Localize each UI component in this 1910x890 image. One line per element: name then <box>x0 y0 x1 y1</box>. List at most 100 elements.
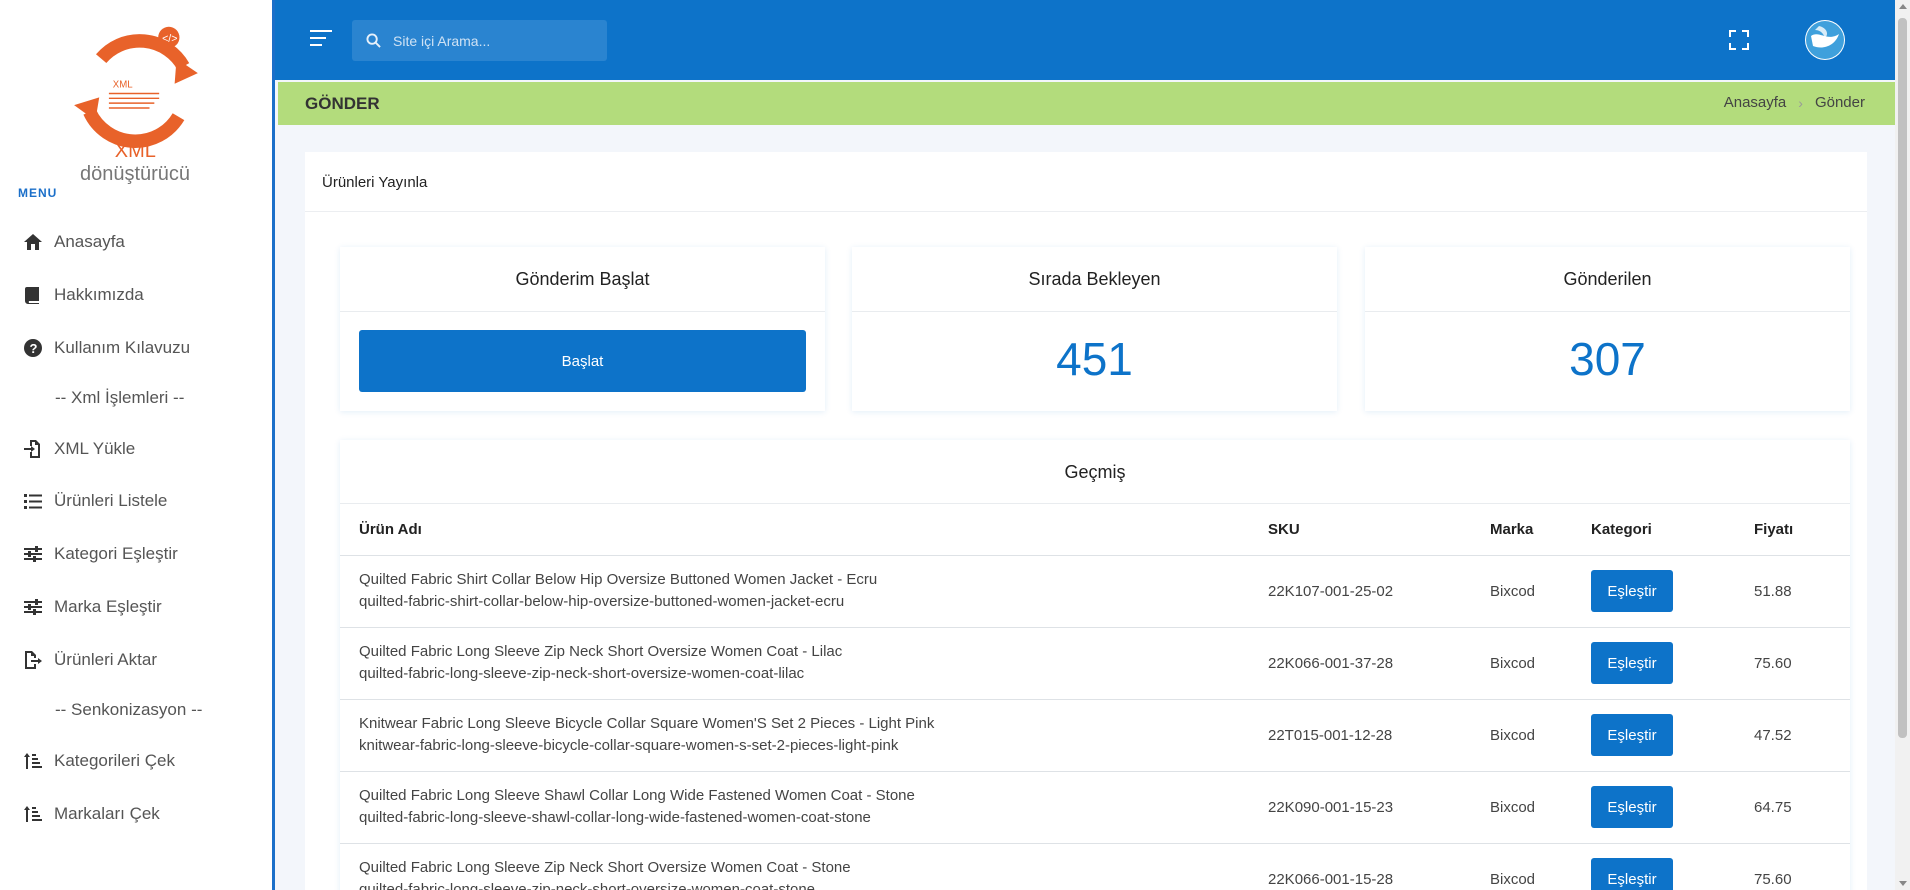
brand-cell: Bixcod <box>1490 771 1591 844</box>
table-row: Quilted Fabric Shirt Collar Below Hip Ov… <box>340 555 1850 628</box>
column-header-category: Kategori <box>1591 504 1754 556</box>
sidebar-item-label: Kategorileri Çek <box>54 751 175 770</box>
sidebar-item-markalari-cek[interactable]: Markaları Çek <box>22 799 160 829</box>
sent-count: 307 <box>1569 333 1646 385</box>
file-export-icon <box>22 649 44 671</box>
sidebar-item-kullanim-kilavuzu[interactable]: ? Kullanım Kılavuzu <box>22 333 190 363</box>
price-cell: 75.60 <box>1754 627 1850 700</box>
sku-cell: 22K066-001-37-28 <box>1268 627 1490 700</box>
start-panel: Gönderim Başlat Başlat <box>340 247 825 411</box>
match-button[interactable]: Eşleştir <box>1591 786 1673 828</box>
product-slug: quilted-fabric-long-sleeve-zip-neck-shor… <box>359 665 805 682</box>
table-row: Knitwear Fabric Long Sleeve Bicycle Coll… <box>340 699 1850 772</box>
svg-text:XML: XML <box>113 80 133 91</box>
menu-separator-xml: -- Xml İşlemleri -- <box>55 388 185 407</box>
sidebar-item-label: Marka Eşleştir <box>54 597 162 616</box>
question-circle-icon: ? <box>22 337 44 359</box>
queued-panel-title: Sırada Bekleyen <box>852 247 1337 312</box>
sidebar-item-kategorileri-cek[interactable]: Kategorileri Çek <box>22 746 175 776</box>
history-table: Ürün Adı SKU Marka Kategori Fiyatı Quilt… <box>340 504 1850 890</box>
scroll-up-arrow-icon[interactable] <box>1899 4 1907 9</box>
logo-text-xml: XML <box>114 140 156 162</box>
card-title: Ürünleri Yayınla <box>305 152 1867 212</box>
column-header-price: Fiyatı <box>1754 504 1850 556</box>
history-panel: Geçmiş Ürün Adı SKU Marka Kategori Fiyat… <box>340 440 1850 890</box>
product-name-cell: Quilted Fabric Long Sleeve Shawl Collar … <box>340 771 1268 844</box>
menu-title: MENU <box>18 186 58 200</box>
sidebar-item-label: Ürünleri Aktar <box>54 650 157 669</box>
category-cell: Eşleştir <box>1591 843 1754 890</box>
column-header-product-name: Ürün Adı <box>340 504 1268 556</box>
home-icon <box>22 231 44 253</box>
file-import-icon <box>22 438 44 460</box>
column-header-sku: SKU <box>1268 504 1490 556</box>
table-row: Quilted Fabric Long Sleeve Zip Neck Shor… <box>340 627 1850 700</box>
sidebar-item-kategori-eslestir[interactable]: Kategori Eşleştir <box>22 539 178 569</box>
sidebar-item-xml-yukle[interactable]: XML Yükle <box>22 434 135 464</box>
avatar[interactable] <box>1805 20 1845 60</box>
product-name: Quilted Fabric Shirt Collar Below Hip Ov… <box>359 571 878 588</box>
brand-cell: Bixcod <box>1490 843 1591 890</box>
price-cell: 47.52 <box>1754 699 1850 772</box>
book-icon <box>22 284 44 306</box>
breadcrumb-separator-icon: › <box>1798 94 1803 111</box>
sidebar-item-label: Ürünleri Listele <box>54 491 168 510</box>
page-scrollbar[interactable] <box>1895 0 1910 890</box>
start-button[interactable]: Başlat <box>359 330 806 392</box>
product-name: Quilted Fabric Long Sleeve Zip Neck Shor… <box>359 643 843 660</box>
match-button[interactable]: Eşleştir <box>1591 642 1673 684</box>
scrollbar-thumb[interactable] <box>1898 18 1907 738</box>
product-slug: quilted-fabric-long-sleeve-shawl-collar-… <box>359 809 871 826</box>
sidebar-item-urunleri-aktar[interactable]: Ürünleri Aktar <box>22 645 157 675</box>
price-cell: 75.60 <box>1754 843 1850 890</box>
category-cell: Eşleştir <box>1591 699 1754 772</box>
sidebar-item-urunleri-listele[interactable]: Ürünleri Listele <box>22 486 167 516</box>
logo-text-rest: dönüştürücü <box>79 163 191 185</box>
match-button[interactable]: Eşleştir <box>1591 858 1673 890</box>
column-header-brand: Marka <box>1490 504 1591 556</box>
product-slug: quilted-fabric-long-sleeve-zip-neck-shor… <box>359 881 816 890</box>
sort-amount-icon <box>22 750 44 772</box>
match-button[interactable]: Eşleştir <box>1591 714 1673 756</box>
list-icon <box>22 490 44 512</box>
category-cell: Eşleştir <box>1591 627 1754 700</box>
sort-amount-icon <box>22 803 44 825</box>
page-title: GÖNDER <box>305 94 380 113</box>
sliders-icon <box>22 596 44 618</box>
queued-count: 451 <box>1056 333 1133 385</box>
topbar <box>275 0 1895 80</box>
breadcrumb: Anasayfa › Gönder <box>1724 94 1865 111</box>
scroll-down-arrow-icon[interactable] <box>1899 881 1907 886</box>
breadcrumb-current: Gönder <box>1814 94 1865 111</box>
search-input[interactable] <box>393 32 593 49</box>
sidebar: </> XML XML dönüştürücü MENU Anasayfa Ha… <box>0 0 275 890</box>
product-slug: quilted-fabric-shirt-collar-below-hip-ov… <box>359 593 845 610</box>
product-slug: knitwear-fabric-long-sleeve-bicycle-coll… <box>359 737 899 754</box>
product-name: Quilted Fabric Long Sleeve Shawl Collar … <box>359 787 915 804</box>
sidebar-item-hakkimizda[interactable]: Hakkımızda <box>22 280 144 310</box>
product-name-cell: Quilted Fabric Long Sleeve Zip Neck Shor… <box>340 843 1268 890</box>
match-button[interactable]: Eşleştir <box>1591 570 1673 612</box>
logo-text: XML dönüştürücü <box>60 140 210 186</box>
table-row: Quilted Fabric Long Sleeve Shawl Collar … <box>340 771 1850 844</box>
page-titlebar: GÖNDER Anasayfa › Gönder <box>278 82 1895 125</box>
sidebar-item-label: Kullanım Kılavuzu <box>54 338 191 357</box>
start-panel-title: Gönderim Başlat <box>340 247 825 312</box>
product-name-cell: Quilted Fabric Long Sleeve Zip Neck Shor… <box>340 627 1268 700</box>
hamburger-menu-icon[interactable] <box>310 30 332 48</box>
svg-text:</>: </> <box>162 33 177 45</box>
table-row: Quilted Fabric Long Sleeve Zip Neck Shor… <box>340 843 1850 890</box>
sidebar-item-anasayfa[interactable]: Anasayfa <box>22 227 125 257</box>
category-cell: Eşleştir <box>1591 555 1754 628</box>
search-box[interactable] <box>352 20 607 61</box>
sidebar-item-marka-eslestir[interactable]: Marka Eşleştir <box>22 592 162 622</box>
category-cell: Eşleştir <box>1591 771 1754 844</box>
price-cell: 64.75 <box>1754 771 1850 844</box>
breadcrumb-link-home[interactable]: Anasayfa <box>1724 94 1787 111</box>
sku-cell: 22K090-001-15-23 <box>1268 771 1490 844</box>
sent-panel-title: Gönderilen <box>1365 247 1850 312</box>
sku-cell: 22K107-001-25-02 <box>1268 555 1490 628</box>
sent-panel: Gönderilen 307 <box>1365 247 1850 411</box>
brand-cell: Bixcod <box>1490 555 1591 628</box>
fullscreen-icon[interactable] <box>1728 29 1750 51</box>
